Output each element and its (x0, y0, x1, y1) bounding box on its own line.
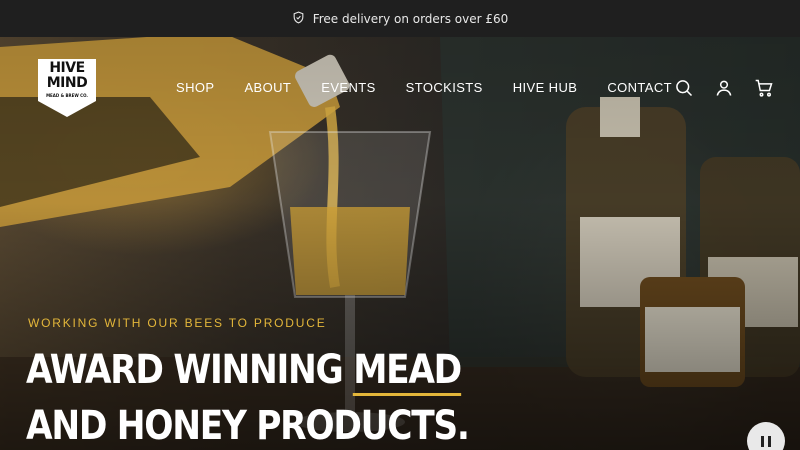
nav-hive-hub[interactable]: HIVE HUB (513, 80, 578, 95)
headline-line-2: AND HONEY PRODUCTS. (26, 403, 470, 449)
nav-events[interactable]: EVENTS (321, 80, 375, 95)
pause-icon (759, 435, 773, 447)
logo-line-2: MIND (46, 75, 88, 91)
logo-line-1: HIVE (49, 60, 85, 76)
hero-eyebrow: WORKING WITH OUR BEES TO PRODUCE (28, 316, 327, 330)
header-actions (674, 78, 774, 98)
search-icon[interactable] (674, 78, 694, 98)
logo-subtitle: MEAD & BREW CO. (46, 93, 88, 98)
headline-line-1: AWARD WINNING MEAD (26, 342, 469, 398)
shield-check-icon (292, 11, 305, 27)
headline-highlight: MEAD (353, 347, 462, 396)
nav-about[interactable]: ABOUT (244, 80, 291, 95)
account-icon[interactable] (714, 78, 734, 98)
announcement-bar: Free delivery on orders over £60 (0, 0, 800, 37)
nav-stockists[interactable]: STOCKISTS (406, 80, 483, 95)
brand-logo[interactable]: HIVE MIND MEAD & BREW CO. (36, 57, 98, 119)
logo-wordmark: HIVE MIND (36, 61, 98, 91)
hero-banner: HIVE MIND MEAD & BREW CO. SHOP ABOUT EVE… (0, 37, 800, 450)
announcement-text: Free delivery on orders over £60 (312, 11, 509, 26)
hero-headline: AWARD WINNING MEAD AND HONEY PRODUCTS. (26, 342, 470, 450)
headline-text: AWARD WINNING (26, 347, 354, 393)
nav-shop[interactable]: SHOP (176, 80, 214, 95)
main-navigation: SHOP ABOUT EVENTS STOCKISTS HIVE HUB CON… (176, 80, 672, 95)
nav-contact[interactable]: CONTACT (607, 80, 672, 95)
cart-icon[interactable] (754, 78, 774, 98)
